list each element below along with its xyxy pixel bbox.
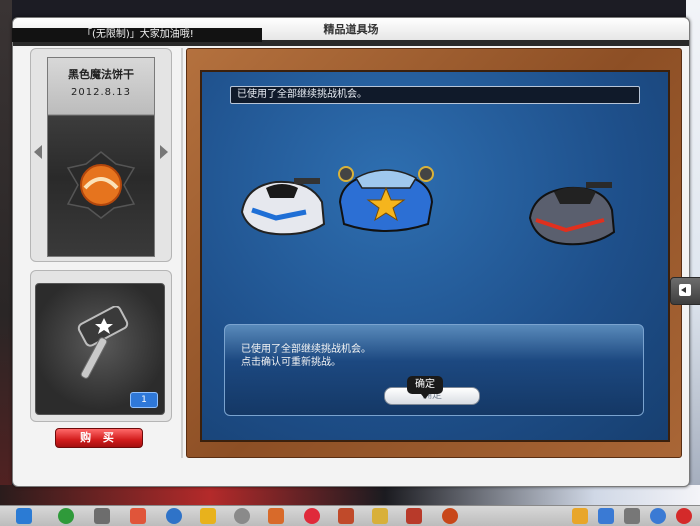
popup-message-line2: 点击确认可重新挑战。 xyxy=(241,357,341,368)
shop-dialog: 精品道具场 黑色魔法饼干 2012.8.13 1 购 买 已使用了全部继续挑战机… xyxy=(12,17,690,487)
settings-icon[interactable] xyxy=(598,508,614,524)
book-icon[interactable] xyxy=(406,508,422,524)
announcement-ticker: 「(无限制)」大家加油哦! xyxy=(12,28,262,42)
next-item-arrow-icon[interactable] xyxy=(160,145,168,159)
shop-cart-icon[interactable] xyxy=(94,508,110,524)
blue-star-car-icon xyxy=(338,166,434,232)
gift-card: 1 xyxy=(30,270,172,422)
background-left xyxy=(0,0,12,525)
ticker-text: 「(无限制)」大家加油哦! xyxy=(82,29,194,40)
fortune-cookie-icon xyxy=(66,151,136,219)
quantity-badge: 1 xyxy=(130,392,158,408)
white-race-car-icon xyxy=(240,178,326,236)
brush-icon[interactable] xyxy=(338,508,354,524)
buy-button[interactable]: 购 买 xyxy=(55,428,143,448)
collapse-arrow-icon xyxy=(679,284,691,296)
board-message: 已使用了全部继续挑战机会。 xyxy=(230,86,640,104)
search-icon[interactable] xyxy=(650,508,666,524)
red-race-car-icon xyxy=(528,182,616,246)
wood-frame: 已使用了全部继续挑战机会。 已使用了全部继续挑战机会。 点击确认可重新挑战。 确… xyxy=(186,48,682,458)
item-display: 黑色魔法饼干 2012.8.13 xyxy=(47,57,155,257)
gear-icon[interactable] xyxy=(234,508,250,524)
app-menu-icon[interactable] xyxy=(16,508,32,524)
confirm-tooltip: 确定 xyxy=(407,376,443,399)
item-name: 黑色魔法饼干 xyxy=(68,68,134,81)
confirm-popup: 已使用了全部继续挑战机会。 点击确认可重新挑战。 确定 xyxy=(224,324,644,416)
background-bottom xyxy=(0,485,700,505)
item-card: 黑色魔法饼干 2012.8.13 xyxy=(30,48,172,262)
challenge-board: 已使用了全部继续挑战机会。 已使用了全部继续挑战机会。 点击确认可重新挑战。 确… xyxy=(200,70,670,442)
side-panel-toggle[interactable] xyxy=(670,277,700,305)
wrench-icon[interactable] xyxy=(624,508,640,524)
panel-divider xyxy=(181,48,183,458)
taskbar xyxy=(0,505,700,526)
character-icon[interactable] xyxy=(130,508,146,524)
swirl-icon[interactable] xyxy=(166,508,182,524)
item-date: 2012.8.13 xyxy=(71,87,131,98)
power-icon[interactable] xyxy=(676,508,692,524)
gold-item-icon[interactable] xyxy=(200,508,216,524)
heart-icon[interactable] xyxy=(304,508,320,524)
face-icon[interactable] xyxy=(442,508,458,524)
previous-item-arrow-icon[interactable] xyxy=(34,145,42,159)
notes-icon[interactable] xyxy=(572,508,588,524)
hammer-icon xyxy=(77,306,129,379)
back-icon[interactable] xyxy=(58,508,74,524)
chat-icon[interactable] xyxy=(268,508,284,524)
gift-display: 1 xyxy=(35,283,165,415)
tools-icon[interactable] xyxy=(372,508,388,524)
